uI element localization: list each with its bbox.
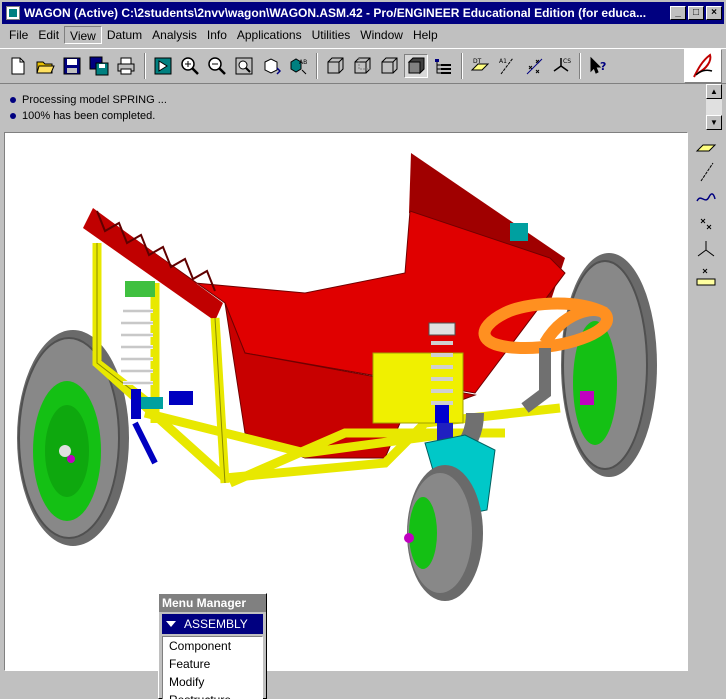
app-icon[interactable]	[6, 6, 20, 20]
point-tool-icon[interactable]	[693, 212, 719, 236]
message-line: 100% has been completed.	[4, 108, 704, 124]
menu-info[interactable]: Info	[202, 26, 232, 44]
menu-window[interactable]: Window	[355, 26, 408, 44]
menu-manager-title: Menu Manager	[159, 594, 266, 612]
coord-sys-icon[interactable]: CS	[549, 54, 573, 78]
menu-datum[interactable]: Datum	[102, 26, 147, 44]
orient-icon[interactable]	[259, 54, 283, 78]
refit-icon[interactable]	[232, 54, 256, 78]
message-text: Processing model SPRING ...	[22, 94, 167, 106]
menu-item-feature[interactable]: Feature	[163, 655, 262, 673]
no-hidden-icon[interactable]	[377, 54, 401, 78]
menu-edit[interactable]: Edit	[33, 26, 64, 44]
scroll-track[interactable]	[706, 99, 722, 115]
toolbar-separator	[579, 53, 581, 79]
minimize-button[interactable]: _	[670, 6, 686, 20]
toolbar-separator	[316, 53, 318, 79]
left-wheel[interactable]	[17, 330, 129, 546]
save-copy-icon[interactable]	[87, 54, 111, 78]
maximize-button[interactable]: □	[688, 6, 704, 20]
menu-utilities[interactable]: Utilities	[307, 26, 356, 44]
menu-manager[interactable]: Menu Manager ASSEMBLY Component Feature …	[158, 593, 267, 699]
axis-tool-icon[interactable]	[693, 160, 719, 184]
repaint-icon[interactable]	[151, 54, 175, 78]
open-icon[interactable]	[33, 54, 57, 78]
datum-axes-icon[interactable]: A1	[495, 54, 519, 78]
graphics-window[interactable]	[4, 132, 688, 671]
menu-item-component[interactable]: Component	[163, 637, 262, 655]
svg-text:AB: AB	[299, 59, 307, 66]
close-button[interactable]: ×	[706, 6, 722, 20]
print-icon[interactable]	[114, 54, 138, 78]
message-line: Processing model SPRING ...	[4, 92, 704, 108]
zoom-out-icon[interactable]	[205, 54, 229, 78]
toolbar-separator	[461, 53, 463, 79]
svg-text:CS: CS	[563, 58, 571, 65]
message-area: Processing model SPRING ... 100% has bee…	[4, 86, 704, 130]
menu-item-modify[interactable]: Modify	[163, 673, 262, 691]
datum-planes-icon[interactable]: DT	[468, 54, 492, 78]
scroll-up-icon[interactable]: ▲	[706, 84, 722, 99]
menu-applications[interactable]: Applications	[232, 26, 307, 44]
menu-help[interactable]: Help	[408, 26, 443, 44]
assembly-menu-header[interactable]: ASSEMBLY	[162, 614, 263, 634]
save-icon[interactable]	[60, 54, 84, 78]
shading-icon[interactable]	[404, 54, 428, 78]
toolbar-separator	[144, 53, 146, 79]
saved-views-icon[interactable]: AB	[286, 54, 310, 78]
svg-text:?: ?	[600, 60, 606, 73]
bullet-icon	[10, 113, 16, 119]
wagon-model[interactable]	[5, 133, 688, 671]
triangle-down-icon	[166, 621, 176, 627]
context-help-icon[interactable]: ?	[586, 54, 610, 78]
svg-text:A1: A1	[499, 58, 507, 65]
analysis-tool-icon[interactable]	[693, 264, 719, 288]
curve-tool-icon[interactable]	[693, 186, 719, 210]
menu-view[interactable]: View	[64, 26, 102, 44]
new-icon[interactable]	[6, 54, 30, 78]
svg-text:DT: DT	[473, 58, 482, 65]
ptc-logo-icon[interactable]	[684, 49, 722, 83]
scroll-down-icon[interactable]: ▼	[706, 115, 722, 130]
window-title: WAGON (Active) C:\2students\2nvv\wagon\W…	[24, 6, 647, 20]
menu-bar: File Edit View Datum Analysis Info Appli…	[0, 24, 726, 46]
message-scrollbar[interactable]: ▲ ▼	[706, 84, 722, 130]
handle-shaft	[521, 348, 551, 413]
menu-item-restructure[interactable]: Restructure	[163, 691, 262, 699]
datum-toolbar	[690, 132, 722, 332]
menu-file[interactable]: File	[4, 26, 33, 44]
toolbar: AB DT A1 CS ?	[0, 48, 726, 84]
yellow-block	[372, 352, 464, 424]
right-wheel[interactable]	[561, 253, 657, 477]
datum-points-icon[interactable]	[522, 54, 546, 78]
message-text: 100% has been completed.	[22, 110, 156, 122]
csys-tool-icon[interactable]	[693, 238, 719, 262]
zoom-in-icon[interactable]	[178, 54, 202, 78]
sketch-plane-icon[interactable]	[693, 134, 719, 158]
model-tree-icon[interactable]	[431, 54, 455, 78]
bullet-icon	[10, 97, 16, 103]
assembly-label: ASSEMBLY	[184, 617, 248, 631]
hidden-line-icon[interactable]	[350, 54, 374, 78]
menu-analysis[interactable]: Analysis	[147, 26, 202, 44]
menu-manager-list: Component Feature Modify Restructure	[162, 636, 263, 699]
wireframe-icon[interactable]	[323, 54, 347, 78]
title-bar: WAGON (Active) C:\2students\2nvv\wagon\W…	[0, 0, 726, 24]
